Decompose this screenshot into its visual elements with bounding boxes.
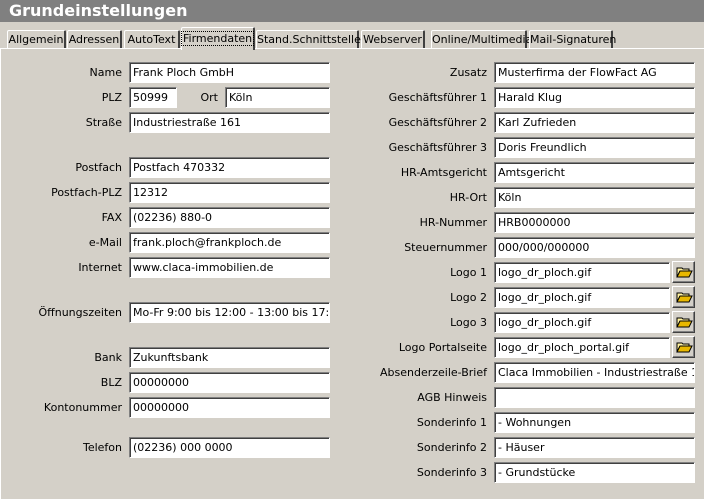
tab-online-multimedia[interactable]: Online/Multimedia	[431, 30, 532, 49]
tab-autotext[interactable]: AutoText	[124, 30, 180, 49]
tab-firmendaten[interactable]: Firmendaten	[180, 27, 255, 50]
firmendaten-panel	[0, 48, 704, 499]
window-title: Grundeinstellungen	[0, 0, 704, 22]
tab-allgemein[interactable]: Allgemein	[7, 30, 66, 49]
tab-mail-signaturen[interactable]: Mail-Signaturen	[529, 30, 616, 49]
tab-bar: Allgemein Adressen AutoText Firmendaten …	[0, 27, 704, 50]
tab-adressen[interactable]: Adressen	[67, 30, 122, 49]
tab-stand-schnittstellen[interactable]: Stand.Schnittstellen	[256, 30, 368, 49]
tab-webserver[interactable]: Webserver	[361, 30, 425, 49]
